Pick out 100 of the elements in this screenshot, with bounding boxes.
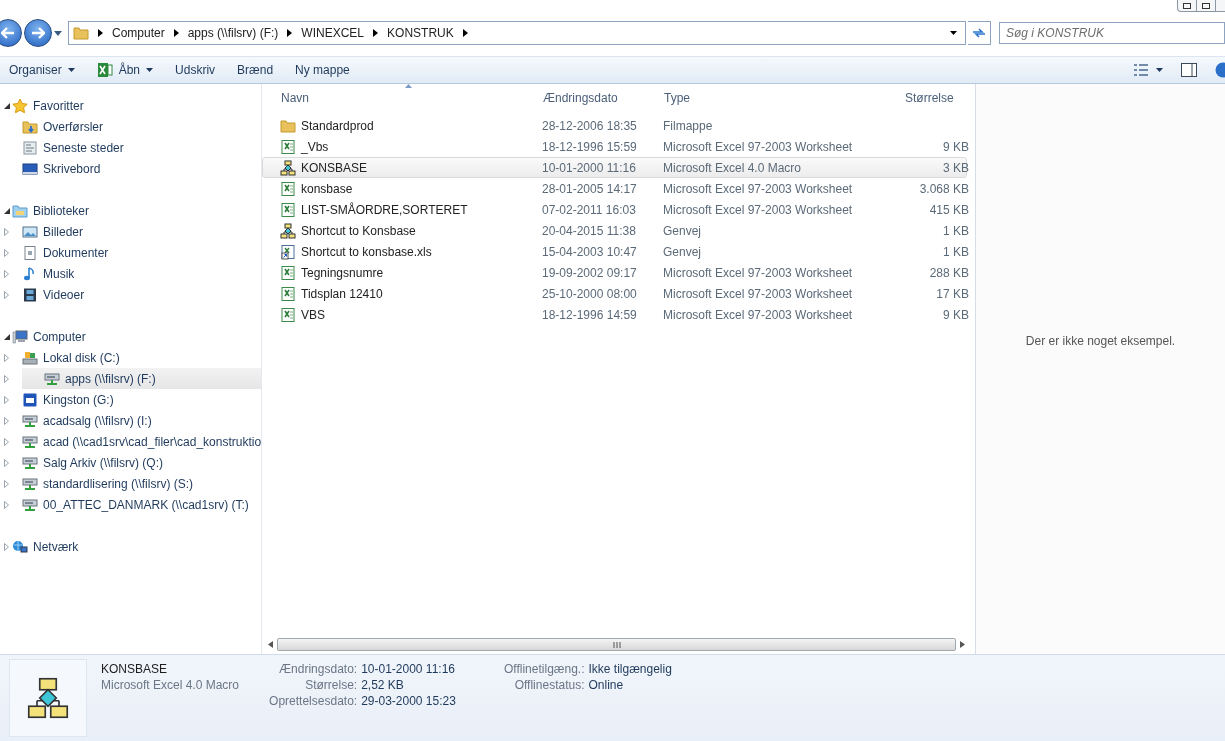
sidebar-item[interactable]: apps (\\filsrv) (F:) — [22, 368, 261, 389]
address-bar[interactable]: Computer apps (\\filsrv) (F:) WINEXCEL KONSTRUK — [68, 21, 966, 45]
file-row[interactable]: _Vbs 18-12-1996 15:59 Microsoft Excel 97-2003 Worksheet 9 KB — [262, 136, 967, 157]
network-drive-icon — [44, 370, 60, 387]
scroll-right-icon[interactable] — [960, 641, 965, 648]
size-cell: 9 KB — [943, 307, 969, 322]
back-button[interactable] — [0, 19, 22, 47]
caret-icon — [1156, 68, 1163, 72]
sidebar-item[interactable]: Salg Arkiv (\\filsrv) (Q:) — [22, 452, 261, 473]
sd-card-icon — [22, 391, 38, 408]
type-cell-text: Microsoft Excel 4.0 Macro — [662, 160, 803, 175]
sidebar-item[interactable]: 00_ATTEC_DANMARK (\\cad1srv) (T:) — [22, 494, 261, 515]
detail-label: Ændringsdato: — [278, 662, 358, 676]
search-field[interactable]: Søg i KONSTRUK — [999, 22, 1225, 44]
open-menu[interactable]: Åbn — [87, 62, 163, 78]
sidebar-item[interactable]: Kingston (G:) — [22, 389, 261, 410]
right-arrow-icon — [31, 27, 45, 39]
network-icon — [12, 538, 28, 555]
sidebar-item[interactable]: Videoer — [22, 284, 261, 305]
spreadsheet-icon — [280, 201, 296, 218]
sidebar-item[interactable]: Skrivebord — [22, 158, 261, 179]
size-cell: 9 KB — [943, 139, 969, 154]
column-header[interactable]: Størrelse — [905, 84, 969, 110]
view-options-button[interactable] — [1134, 64, 1163, 76]
sidebar-group[interactable]: Computer — [12, 326, 92, 347]
type-cell-text: Microsoft Excel 97-2003 Worksheet — [662, 181, 854, 196]
expanded-arrow-icon[interactable] — [4, 333, 10, 340]
date-cell-text: 28-01-2005 14:17 — [541, 181, 638, 196]
date-cell-text: 20-04-2015 11:38 — [541, 223, 637, 238]
network-drive-icon — [22, 412, 38, 429]
toolbar-button[interactable]: Ny mappe — [286, 63, 359, 77]
size-cell: 415 KB — [929, 202, 969, 217]
breadcrumb[interactable]: KONSTRUK — [387, 26, 454, 40]
pictures-icon — [22, 223, 38, 240]
sidebar-group[interactable]: Favoritter — [12, 95, 90, 116]
file-row[interactable]: Tidsplan 12410 25-10-2000 08:00 Microsoft Excel 97-2003 Worksheet 17 KB — [262, 283, 967, 304]
file-row[interactable]: konsbase 28-01-2005 14:17 Microsoft Excel 97-2003 Worksheet 3.068 KB — [262, 178, 967, 199]
file-name: KONSBASE — [301, 160, 368, 175]
expanded-arrow-icon[interactable] — [4, 102, 10, 109]
breadcrumb[interactable]: apps (\\filsrv) (F:) — [187, 26, 279, 40]
sidebar-group[interactable]: Biblioteker — [12, 200, 96, 221]
file-name: Standardprod — [301, 118, 374, 133]
folder-icon — [73, 25, 89, 41]
caret-icon — [146, 68, 154, 72]
forward-button[interactable] — [24, 19, 52, 47]
sidebar-item[interactable]: acadsalg (\\filsrv) (I:) — [22, 410, 261, 431]
file-row[interactable]: Tegningsnumre 19-09-2002 09:17 Microsoft Excel 97-2003 Worksheet 288 KB — [262, 262, 967, 283]
sidebar-item[interactable]: standardlisering (\\filsrv) (S:) — [22, 473, 261, 494]
date-cell-text: 07-02-2011 16:03 — [541, 202, 637, 217]
sidebar-item[interactable]: Billeder — [22, 221, 261, 242]
column-header[interactable]: Type — [661, 84, 905, 110]
sidebar-item[interactable]: Dokumenter — [22, 242, 261, 263]
breadcrumb[interactable]: Computer — [112, 26, 165, 40]
file-row[interactable]: VBS 18-12-1996 14:59 Microsoft Excel 97-2003 Worksheet 9 KB — [262, 304, 967, 325]
date-cell-text: 10-01-2000 11:16 — [541, 160, 637, 175]
file-row[interactable]: KONSBASE 10-01-2000 11:16 Microsoft Excel 4.0 Macro 3 KB — [262, 157, 967, 178]
file-name: Tidsplan 12410 — [301, 286, 383, 301]
breadcrumb[interactable]: WINEXCEL — [301, 26, 365, 40]
chevron-icon[interactable] — [373, 29, 379, 37]
size-cell: 1 KB — [943, 244, 969, 259]
chevron-icon[interactable] — [173, 29, 179, 37]
file-row[interactable]: Shortcut to Konsbase 20-04-2015 11:38 Genvej 1 KB — [262, 220, 967, 241]
sidebar-item[interactable]: Overførsler — [22, 116, 261, 137]
file-row[interactable]: Standardprod 28-12-2006 18:35 Filmappe — [262, 115, 967, 136]
file-row[interactable]: Shortcut to konsbase.xls 15-04-2003 10:47 Genvej 1 KB — [262, 241, 967, 262]
toolbar-menu[interactable]: Organiser — [0, 63, 84, 77]
detail-value: 10-01-2000 11:16 — [361, 662, 456, 676]
detail-value: Online — [588, 678, 625, 692]
detail-value: 2,52 KB — [361, 678, 405, 692]
sidebar-item[interactable]: Musik — [22, 263, 261, 284]
chevron-icon[interactable] — [287, 29, 293, 37]
chevron-icon[interactable] — [98, 29, 103, 37]
left-arrow-icon — [1, 27, 15, 39]
size-cell: 1 KB — [943, 223, 969, 238]
refresh-button[interactable] — [968, 21, 991, 45]
chevron-icon[interactable] — [462, 29, 468, 37]
sidebar-group[interactable]: Netværk — [12, 536, 85, 557]
network-drive-icon — [22, 475, 38, 492]
sidebar-item[interactable]: Seneste steder — [22, 137, 261, 158]
window-buttons[interactable] — [1177, 0, 1225, 12]
sidebar-item[interactable]: Lokal disk (C:) — [22, 347, 261, 368]
refresh-icon — [972, 27, 986, 39]
flowchart-icon — [26, 676, 70, 720]
column-header[interactable]: Ændringsdato — [540, 84, 661, 110]
scroll-left-icon[interactable] — [268, 641, 273, 648]
file-name: konsbase — [301, 181, 353, 196]
flowchart-icon — [280, 159, 296, 176]
caret-icon[interactable] — [54, 30, 62, 36]
document-icon — [22, 244, 38, 261]
file-row[interactable]: LIST-SMÅORDRE,SORTERET 07-02-2011 16:03 Microsoft Excel 97-2003 Worksheet 415 KB — [262, 199, 967, 220]
sidebar-item[interactable]: acad (\\cad1srv\cad_filer\cad_konstruktio — [22, 431, 261, 452]
type-cell-text: Microsoft Excel 97-2003 Worksheet — [662, 202, 854, 217]
file-name: VBS — [301, 307, 325, 322]
preview-pane-icon[interactable] — [1181, 63, 1197, 77]
scrollbar-thumb[interactable] — [277, 638, 956, 651]
expanded-arrow-icon[interactable] — [4, 207, 10, 214]
column-header[interactable]: Navn — [278, 84, 540, 110]
detail-label: Offlinestatus: — [513, 678, 585, 692]
toolbar-button[interactable]: Brænd — [228, 63, 283, 77]
toolbar-button[interactable]: Udskriv — [166, 63, 225, 77]
